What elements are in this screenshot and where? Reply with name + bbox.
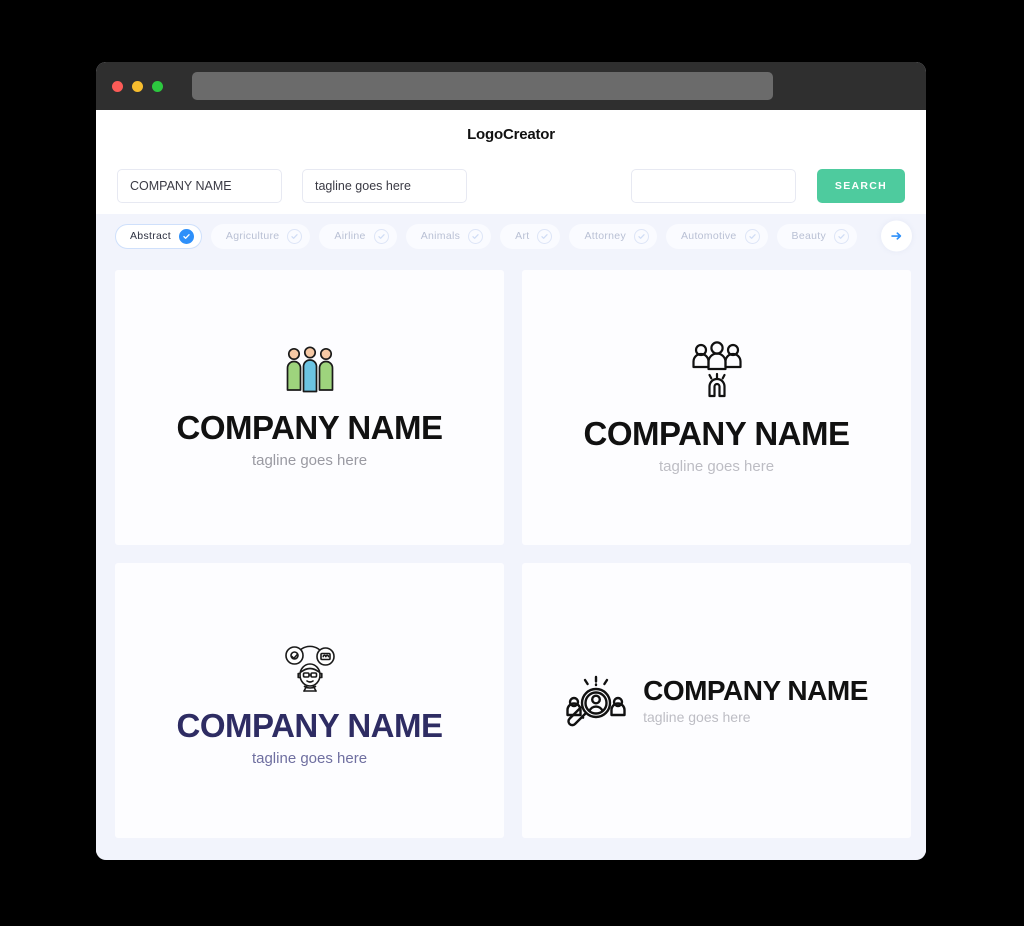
logo-card[interactable]: COMPANY NAME tagline goes here (115, 563, 504, 838)
app-header: LogoCreator (96, 110, 926, 158)
logo-company-name: COMPANY NAME (583, 414, 850, 452)
close-window-icon[interactable] (112, 80, 123, 92)
people-search-icon (565, 672, 627, 730)
category-tab-label: Agriculture (225, 230, 280, 242)
logo-company-name: COMPANY NAME (176, 706, 443, 744)
category-tab-abstract[interactable]: Abstract (115, 223, 202, 249)
check-circle-icon (537, 228, 553, 244)
category-tab-label: Art (515, 230, 530, 242)
category-tab-agriculture[interactable]: Agriculture (210, 223, 311, 249)
category-tab-airline[interactable]: Airline (319, 223, 397, 249)
check-circle-icon (834, 228, 850, 244)
logo-card[interactable]: COMPANY NAME tagline goes here (115, 270, 504, 545)
category-tab-label: Airline (334, 230, 366, 242)
support-agent-icon (280, 634, 340, 694)
maximize-window-icon[interactable] (152, 80, 163, 92)
next-categories-button[interactable] (881, 220, 912, 252)
category-tab-animals[interactable]: Animals (405, 223, 492, 249)
check-circle-icon (373, 228, 389, 244)
category-tab-label: Abstract (130, 230, 171, 242)
category-tab-label: Animals (420, 230, 461, 242)
check-circle-icon (468, 228, 484, 244)
category-tab-automotive[interactable]: Automotive (666, 223, 768, 249)
check-circle-icon (178, 228, 194, 244)
three-people-icon (282, 346, 338, 396)
browser-window: LogoCreator SEARCH Abstract Agriculture … (96, 62, 926, 860)
search-button[interactable]: SEARCH (817, 169, 905, 203)
logo-company-name: COMPANY NAME (176, 408, 443, 446)
category-tab-label: Attorney (584, 230, 626, 242)
arrow-right-icon (891, 232, 902, 240)
logo-company-name: COMPANY NAME (643, 674, 868, 706)
category-tab-beauty[interactable]: Beauty (776, 223, 858, 249)
logo-results-grid: COMPANY NAME tagline goes here COMPANY N… (96, 258, 926, 853)
browser-titlebar (96, 62, 926, 110)
url-bar[interactable] (192, 72, 773, 100)
traffic-lights (112, 80, 163, 92)
logo-tagline: tagline goes here (251, 452, 368, 470)
category-tabs: Abstract Agriculture Airline Animals Art (96, 214, 926, 258)
company-name-input[interactable] (117, 169, 282, 203)
tagline-input[interactable] (302, 169, 467, 203)
page-title: LogoCreator (467, 125, 555, 143)
logo-tagline: tagline goes here (643, 709, 751, 726)
logo-tagline: tagline goes here (251, 750, 368, 768)
category-tab-art[interactable]: Art (500, 223, 561, 249)
check-circle-icon (744, 228, 760, 244)
check-circle-icon (634, 228, 649, 244)
extra-search-input[interactable] (631, 169, 796, 203)
logo-card[interactable]: COMPANY NAME tagline goes here (522, 270, 911, 545)
minimize-window-icon[interactable] (132, 80, 143, 92)
logo-tagline: tagline goes here (658, 458, 775, 476)
logo-card[interactable]: COMPANY NAME tagline goes here (522, 563, 911, 838)
category-tab-label: Beauty (791, 230, 827, 242)
check-circle-icon (287, 228, 303, 244)
category-tab-label: Automotive (681, 230, 737, 242)
search-bar: SEARCH (96, 158, 926, 214)
people-magnet-icon (690, 340, 744, 402)
category-tab-attorney[interactable]: Attorney (569, 223, 657, 249)
